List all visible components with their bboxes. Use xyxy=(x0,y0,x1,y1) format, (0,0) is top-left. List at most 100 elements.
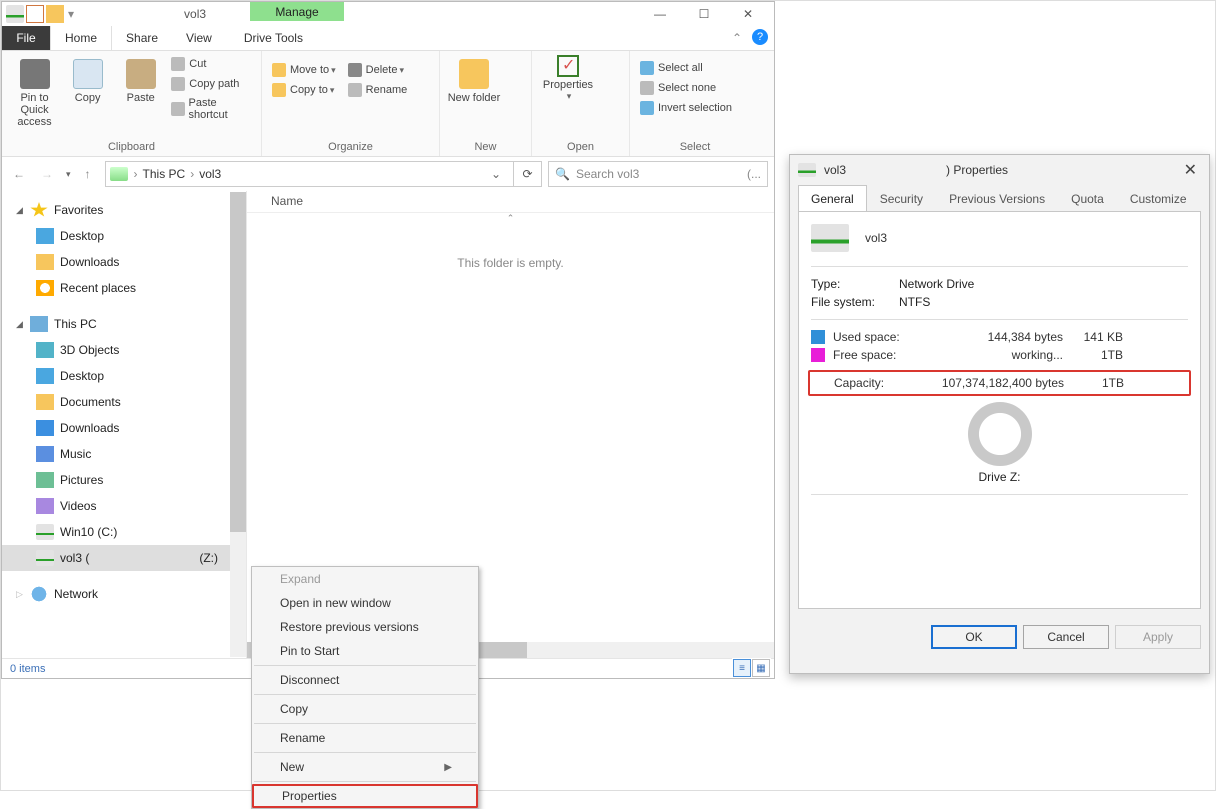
cut-button[interactable]: Cut xyxy=(171,57,255,71)
copy-path-button[interactable]: Copy path xyxy=(171,77,255,91)
tab-quota[interactable]: Quota xyxy=(1058,185,1117,211)
tab-home[interactable]: Home xyxy=(50,26,112,50)
tree-recent-places[interactable]: Recent places xyxy=(2,275,246,301)
select-group-label: Select xyxy=(630,139,760,156)
drive-icon xyxy=(811,224,849,252)
properties-icon xyxy=(557,55,579,77)
tab-drive-tools[interactable]: Drive Tools xyxy=(230,26,317,50)
tree-network[interactable]: ▷Network xyxy=(2,581,246,607)
minimize-button[interactable]: — xyxy=(638,3,682,25)
tree-pictures[interactable]: Pictures xyxy=(2,467,246,493)
qat-folder-icon[interactable] xyxy=(46,5,64,23)
tree-vol3-z[interactable]: vol3 ((Z:) xyxy=(2,545,246,571)
context-menu-item[interactable]: Copy xyxy=(252,697,478,721)
tree-3d-objects[interactable]: 3D Objects xyxy=(2,337,246,363)
tree-documents[interactable]: Documents xyxy=(2,389,246,415)
tree-desktop[interactable]: Desktop xyxy=(2,223,246,249)
tree-this-pc[interactable]: ◢This PC xyxy=(2,311,246,337)
context-menu-item[interactable]: Restore previous versions xyxy=(252,615,478,639)
star-icon xyxy=(30,202,48,218)
help-icon[interactable]: ? xyxy=(752,29,768,45)
cancel-button[interactable]: Cancel xyxy=(1023,625,1109,649)
tree-win10-c[interactable]: Win10 (C:) xyxy=(2,519,246,545)
context-menu-item[interactable]: Properties xyxy=(252,784,478,808)
this-pc-icon xyxy=(30,316,48,332)
select-none-button[interactable]: Select none xyxy=(640,81,732,95)
select-all-button[interactable]: Select all xyxy=(640,61,732,75)
tree-pc-desktop[interactable]: Desktop xyxy=(2,363,246,389)
local-disk-icon xyxy=(36,524,54,540)
collapse-ribbon-button[interactable]: ⌃ xyxy=(726,26,748,50)
context-menu-item[interactable]: Open in new window xyxy=(252,591,478,615)
capacity-row-highlight: Capacity:107,374,182,400 bytes1TB xyxy=(808,370,1191,396)
properties-title-prefix: vol3 xyxy=(824,163,846,177)
tab-previous-versions[interactable]: Previous Versions xyxy=(936,185,1058,211)
close-button[interactable]: ✕ xyxy=(1180,160,1201,180)
used-swatch-icon xyxy=(811,330,825,344)
tab-share[interactable]: Share xyxy=(112,26,172,50)
history-dropdown[interactable]: ▾ xyxy=(66,169,71,180)
manage-context-tab[interactable]: Manage xyxy=(250,2,344,21)
forward-button[interactable]: → xyxy=(36,163,58,185)
up-button[interactable]: ↑ xyxy=(77,163,99,185)
properties-window: vol3 ) Properties ✕ General Security Pre… xyxy=(789,154,1210,674)
back-button[interactable]: ← xyxy=(8,163,30,185)
address-dropdown[interactable]: ⌄ xyxy=(483,167,509,181)
downloads-icon xyxy=(36,420,54,436)
select-all-icon xyxy=(640,61,654,75)
item-count: 0 items xyxy=(10,663,45,675)
apply-button[interactable]: Apply xyxy=(1115,625,1201,649)
tab-security[interactable]: Security xyxy=(867,185,936,211)
drive-icon xyxy=(6,5,24,23)
close-button[interactable]: ✕ xyxy=(726,3,770,25)
type-value: Network Drive xyxy=(899,277,974,291)
qat-checkbox-icon[interactable] xyxy=(26,5,44,23)
select-none-icon xyxy=(640,81,654,95)
tree-downloads2[interactable]: Downloads xyxy=(2,415,246,441)
tab-view[interactable]: View xyxy=(172,26,226,50)
new-folder-button[interactable]: New folder xyxy=(446,55,502,104)
maximize-button[interactable]: ☐ xyxy=(682,3,726,25)
breadcrumb-vol3[interactable]: vol3 xyxy=(199,167,221,181)
refresh-button[interactable]: ⟳ xyxy=(514,161,542,187)
ok-button[interactable]: OK xyxy=(931,625,1017,649)
pin-to-quick-access-button[interactable]: Pin to Quick access xyxy=(8,55,61,128)
properties-title: ) Properties xyxy=(946,163,1008,177)
properties-body: vol3 Type:Network Drive File system:NTFS… xyxy=(798,211,1201,609)
address-bar: ← → ▾ ↑ › This PC › vol3 ⌄ ⟳ 🔍 Search vo… xyxy=(2,157,774,191)
ribbon: Pin to Quick access Copy Paste Cut Copy … xyxy=(2,51,774,157)
file-tab[interactable]: File xyxy=(2,26,50,50)
context-menu-item[interactable]: Disconnect xyxy=(252,668,478,692)
properties-button[interactable]: Properties▾ xyxy=(538,55,598,102)
details-view-button[interactable]: ≡ xyxy=(733,659,751,677)
tree-downloads[interactable]: Downloads xyxy=(2,249,246,275)
tab-customize[interactable]: Customize xyxy=(1117,185,1200,211)
context-menu-item[interactable]: Pin to Start xyxy=(252,639,478,663)
pictures-icon xyxy=(36,472,54,488)
tree-videos[interactable]: Videos xyxy=(2,493,246,519)
large-icons-view-button[interactable]: ▦ xyxy=(752,659,770,677)
column-header-name[interactable]: Name xyxy=(247,191,774,213)
paste-shortcut-button[interactable]: Paste shortcut xyxy=(171,97,255,121)
copy-button[interactable]: Copy xyxy=(61,55,114,104)
free-space-row: Free space:working...1TB xyxy=(811,348,1188,362)
drive-name: vol3 xyxy=(865,231,887,245)
copy-to-icon xyxy=(272,83,286,97)
delete-button[interactable]: Delete▾ xyxy=(348,63,408,77)
move-to-button[interactable]: Move to▾ xyxy=(272,63,336,77)
context-menu-item[interactable]: New▶ xyxy=(252,755,478,779)
copy-to-button[interactable]: Copy to▾ xyxy=(272,83,336,97)
tab-general[interactable]: General xyxy=(798,185,867,211)
rename-button[interactable]: Rename xyxy=(348,83,408,97)
invert-selection-button[interactable]: Invert selection xyxy=(640,101,732,115)
context-menu-item[interactable]: Rename xyxy=(252,726,478,750)
context-menu-item: Expand xyxy=(252,567,478,591)
tree-favorites[interactable]: ◢Favorites xyxy=(2,197,246,223)
address-box[interactable]: › This PC › vol3 ⌄ xyxy=(105,161,514,187)
properties-tabs: General Security Previous Versions Quota… xyxy=(798,185,1201,211)
tree-music[interactable]: Music xyxy=(2,441,246,467)
breadcrumb-this-pc[interactable]: This PC xyxy=(143,167,186,181)
paste-button[interactable]: Paste xyxy=(114,55,167,104)
search-box[interactable]: 🔍 Search vol3 (... xyxy=(548,161,768,187)
scissors-icon xyxy=(171,57,185,71)
